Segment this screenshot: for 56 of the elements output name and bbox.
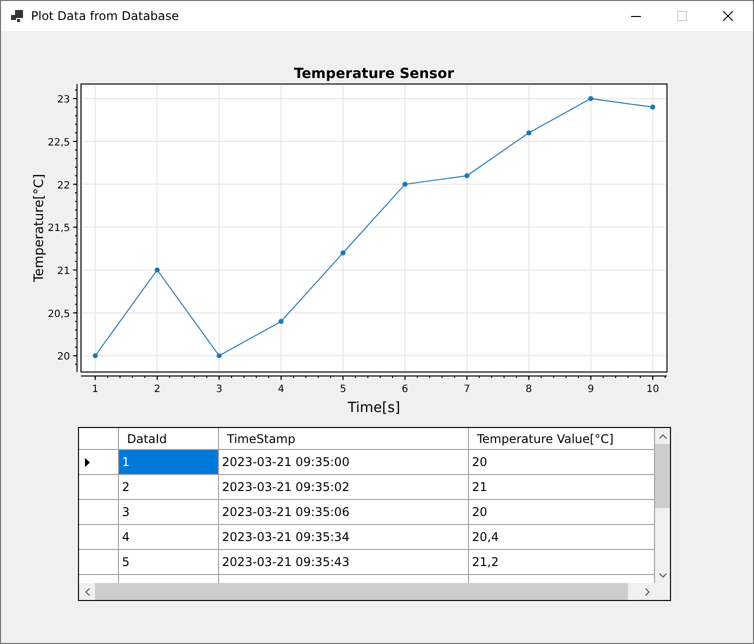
x-tick-label: 8 bbox=[526, 384, 532, 395]
table-cell[interactable]: 20 bbox=[469, 450, 655, 475]
data-point bbox=[216, 353, 222, 358]
column-header[interactable]: Temperature Value[°C] bbox=[469, 428, 655, 450]
table-cell[interactable]: 20 bbox=[469, 500, 655, 525]
x-axis-label: Time[s] bbox=[348, 400, 400, 414]
x-tick-label: 6 bbox=[402, 384, 408, 395]
x-tick-label: 10 bbox=[646, 384, 660, 395]
table-cell[interactable]: 2023-03-21 09:35:00 bbox=[219, 450, 469, 475]
row-header[interactable] bbox=[79, 450, 119, 475]
data-point bbox=[278, 318, 284, 324]
y-tick-label: 20 bbox=[57, 352, 70, 363]
x-tick-label: 7 bbox=[464, 384, 470, 395]
x-tick-label: 9 bbox=[588, 384, 594, 395]
y-tick-label: 22,5 bbox=[48, 137, 70, 148]
vertical-scrollbar[interactable] bbox=[655, 428, 670, 583]
table-cell[interactable]: 21,2 bbox=[469, 550, 655, 575]
maximize-icon bbox=[677, 11, 687, 21]
column-header[interactable]: TimeStamp bbox=[219, 428, 469, 450]
data-point bbox=[340, 250, 346, 256]
table-cell[interactable]: 3 bbox=[119, 500, 219, 525]
data-point bbox=[402, 182, 408, 187]
y-tick-label: 23 bbox=[57, 94, 70, 106]
data-point bbox=[650, 104, 656, 110]
y-tick-label: 21 bbox=[57, 266, 70, 277]
table-cell[interactable]: 20,4 bbox=[469, 525, 655, 550]
data-point bbox=[526, 130, 532, 136]
data-point bbox=[588, 96, 594, 102]
table-cell[interactable]: 4 bbox=[119, 525, 219, 550]
x-tick-label: 3 bbox=[216, 384, 222, 395]
data-point bbox=[92, 353, 98, 358]
table-cell[interactable]: 2023-03-21 09:35:43 bbox=[219, 550, 469, 575]
data-point bbox=[464, 173, 470, 178]
y-tick-label: 22 bbox=[57, 180, 70, 192]
table-cell[interactable]: 21 bbox=[469, 475, 655, 500]
table-cell[interactable]: 5 bbox=[119, 550, 219, 575]
x-tick-label: 2 bbox=[154, 384, 160, 395]
close-icon bbox=[723, 11, 733, 21]
x-tick-label: 5 bbox=[340, 384, 346, 395]
table-cell[interactable]: 1 bbox=[119, 450, 219, 475]
column-header[interactable]: DataId bbox=[119, 428, 219, 450]
y-tick-label: 20,5 bbox=[48, 308, 70, 320]
app-icon bbox=[11, 10, 23, 22]
y-tick-label: 21,5 bbox=[48, 223, 70, 234]
scroll-thumb[interactable] bbox=[655, 444, 670, 508]
table-cell[interactable]: 2023-03-21 09:35:34 bbox=[219, 525, 469, 550]
y-axis-label: Temperature[°C] bbox=[32, 174, 47, 282]
window-title: Plot Data from Database bbox=[31, 9, 180, 23]
chart-title: Temperature Sensor bbox=[294, 66, 454, 82]
x-tick-label: 4 bbox=[278, 384, 284, 395]
table-cell[interactable]: 2023-03-21 09:35:02 bbox=[219, 475, 469, 500]
x-tick-label: 1 bbox=[92, 384, 98, 395]
table-cell[interactable]: 2 bbox=[119, 475, 219, 500]
current-row-icon bbox=[85, 458, 90, 466]
data-point bbox=[154, 268, 160, 272]
table-cell[interactable]: 2023-03-21 09:35:06 bbox=[219, 500, 469, 525]
